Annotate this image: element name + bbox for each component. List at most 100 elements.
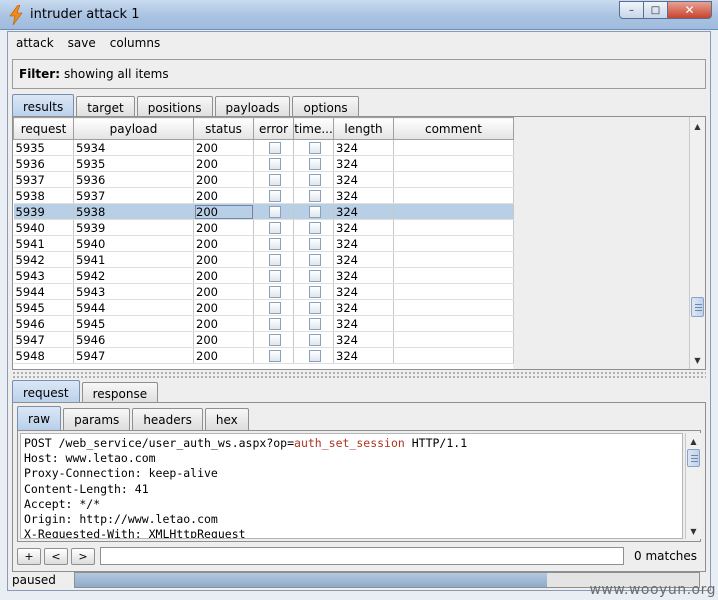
close-button[interactable]: ✕ [667, 1, 712, 19]
payload-cell: 5937 [73, 187, 194, 204]
search-add-button[interactable]: + [17, 547, 41, 565]
tab-payloads[interactable]: payloads [214, 96, 291, 118]
tab-hex[interactable]: hex [204, 408, 249, 430]
checkbox-icon [268, 285, 281, 298]
editor-scroll-up-arrow-icon[interactable]: ▲ [686, 434, 701, 448]
table-row[interactable]: 5941 5940 200 324 [13, 235, 514, 252]
length-cell: 324 [333, 299, 394, 316]
table-row[interactable]: 5943 5942 200 324 [13, 267, 514, 284]
menu-columns[interactable]: columns [110, 36, 160, 50]
payload-cell: 5946 [73, 331, 194, 348]
checkbox-icon [268, 157, 281, 170]
table-row[interactable]: 5935 5934 200 324 [13, 139, 514, 156]
column-header-error[interactable]: error [253, 117, 294, 140]
comment-cell [393, 171, 514, 188]
window-title: intruder attack 1 [30, 7, 140, 22]
checkbox-icon [308, 317, 321, 330]
request-line: Origin: http://www.letao.com [24, 512, 682, 527]
table-row[interactable]: 5939 5938 200 324 [13, 203, 514, 220]
tab-request[interactable]: request [12, 380, 80, 404]
payload-cell: 5934 [73, 139, 194, 156]
menu-attack[interactable]: attack [16, 36, 54, 50]
table-row[interactable]: 5937 5936 200 324 [13, 171, 514, 188]
panel-splitter[interactable] [12, 371, 706, 378]
table-row[interactable]: 5947 5946 200 324 [13, 331, 514, 348]
tab-params[interactable]: params [63, 408, 131, 430]
minimize-button[interactable]: – [619, 1, 644, 19]
column-header-status[interactable]: status [193, 117, 254, 140]
window-titlebar[interactable]: intruder attack 1 – □ ✕ [0, 0, 718, 30]
table-row[interactable]: 5945 5944 200 324 [13, 299, 514, 316]
checkbox-icon [308, 333, 321, 346]
column-header-length[interactable]: length [333, 117, 394, 140]
column-header-payload[interactable]: payload [73, 117, 194, 140]
request-cell: 5941 [13, 235, 74, 252]
table-row[interactable]: 5940 5939 200 324 [13, 219, 514, 236]
status-cell: 200 [193, 219, 254, 236]
progress-fill [75, 573, 548, 587]
length-cell: 324 [333, 187, 394, 204]
status-cell: 200 [193, 299, 254, 316]
attack-status: paused [12, 573, 56, 587]
tab-options[interactable]: options [292, 96, 359, 118]
length-cell: 324 [333, 315, 394, 332]
tab-response[interactable]: response [81, 382, 159, 404]
comment-cell [393, 299, 514, 316]
table-row[interactable]: 5938 5937 200 324 [13, 187, 514, 204]
scroll-track[interactable] [691, 135, 704, 351]
menu-save[interactable]: save [68, 36, 96, 50]
table-row[interactable]: 5936 5935 200 324 [13, 155, 514, 172]
request-cell: 5943 [13, 267, 74, 284]
request-line-text: Host: www.letao.com [24, 451, 156, 466]
scroll-down-arrow-icon[interactable]: ▼ [690, 353, 705, 367]
tab-raw[interactable]: raw [17, 406, 62, 430]
tab-positions[interactable]: positions [136, 96, 213, 118]
scroll-thumb[interactable] [691, 297, 704, 317]
column-header-request[interactable]: request [13, 117, 74, 140]
editor-scroll-down-arrow-icon[interactable]: ▼ [686, 524, 701, 538]
column-header-timeout[interactable]: time... [293, 117, 334, 140]
request-line-text: X-Requested-With: XMLHttpRequest [24, 527, 246, 539]
request-cell: 5935 [13, 139, 74, 156]
request-cell: 5939 [13, 203, 74, 220]
table-row[interactable]: 5948 5947 200 324 [13, 347, 514, 364]
search-previous-button[interactable]: < [44, 547, 68, 565]
timeout-checkbox [293, 187, 334, 204]
checkbox-icon [308, 205, 321, 218]
editor-scroll-thumb[interactable] [687, 449, 700, 467]
timeout-checkbox [293, 235, 334, 252]
search-next-button[interactable]: > [71, 547, 95, 565]
request-line-text: Accept: */* [24, 496, 101, 511]
request-raw-editor[interactable]: POST /web_service/user_auth_ws.aspx?op=a… [20, 433, 683, 539]
checkbox-icon [308, 253, 321, 266]
table-row[interactable]: 5944 5943 200 324 [13, 283, 514, 300]
comment-cell [393, 315, 514, 332]
search-input[interactable] [100, 547, 624, 565]
timeout-checkbox [293, 203, 334, 220]
editor-vertical-scrollbar[interactable]: ▲ ▼ [685, 433, 701, 539]
timeout-checkbox [293, 139, 334, 156]
error-checkbox [253, 139, 294, 156]
column-header-comment[interactable]: comment [393, 117, 514, 140]
checkbox-icon [308, 173, 321, 186]
status-cell: 200 [193, 267, 254, 284]
status-cell: 200 [193, 235, 254, 252]
length-cell: 324 [333, 155, 394, 172]
error-checkbox [253, 347, 294, 364]
tab-headers[interactable]: headers [132, 408, 203, 430]
tab-results[interactable]: results [12, 94, 75, 118]
maximize-button[interactable]: □ [643, 1, 668, 19]
status-cell: 200 [193, 331, 254, 348]
results-vertical-scrollbar[interactable]: ▲ ▼ [689, 117, 705, 369]
scroll-up-arrow-icon[interactable]: ▲ [690, 119, 705, 133]
comment-cell [393, 347, 514, 364]
tab-target[interactable]: target [76, 96, 135, 118]
timeout-checkbox [293, 283, 334, 300]
comment-cell [393, 267, 514, 284]
filter-bar[interactable]: Filter: showing all items [12, 59, 706, 89]
table-row[interactable]: 5946 5945 200 324 [13, 315, 514, 332]
request-line-text: POST /web_service/user_auth_ws.aspx?op= [24, 436, 295, 450]
checkbox-icon [268, 141, 281, 154]
timeout-checkbox [293, 315, 334, 332]
table-row[interactable]: 5942 5941 200 324 [13, 251, 514, 268]
